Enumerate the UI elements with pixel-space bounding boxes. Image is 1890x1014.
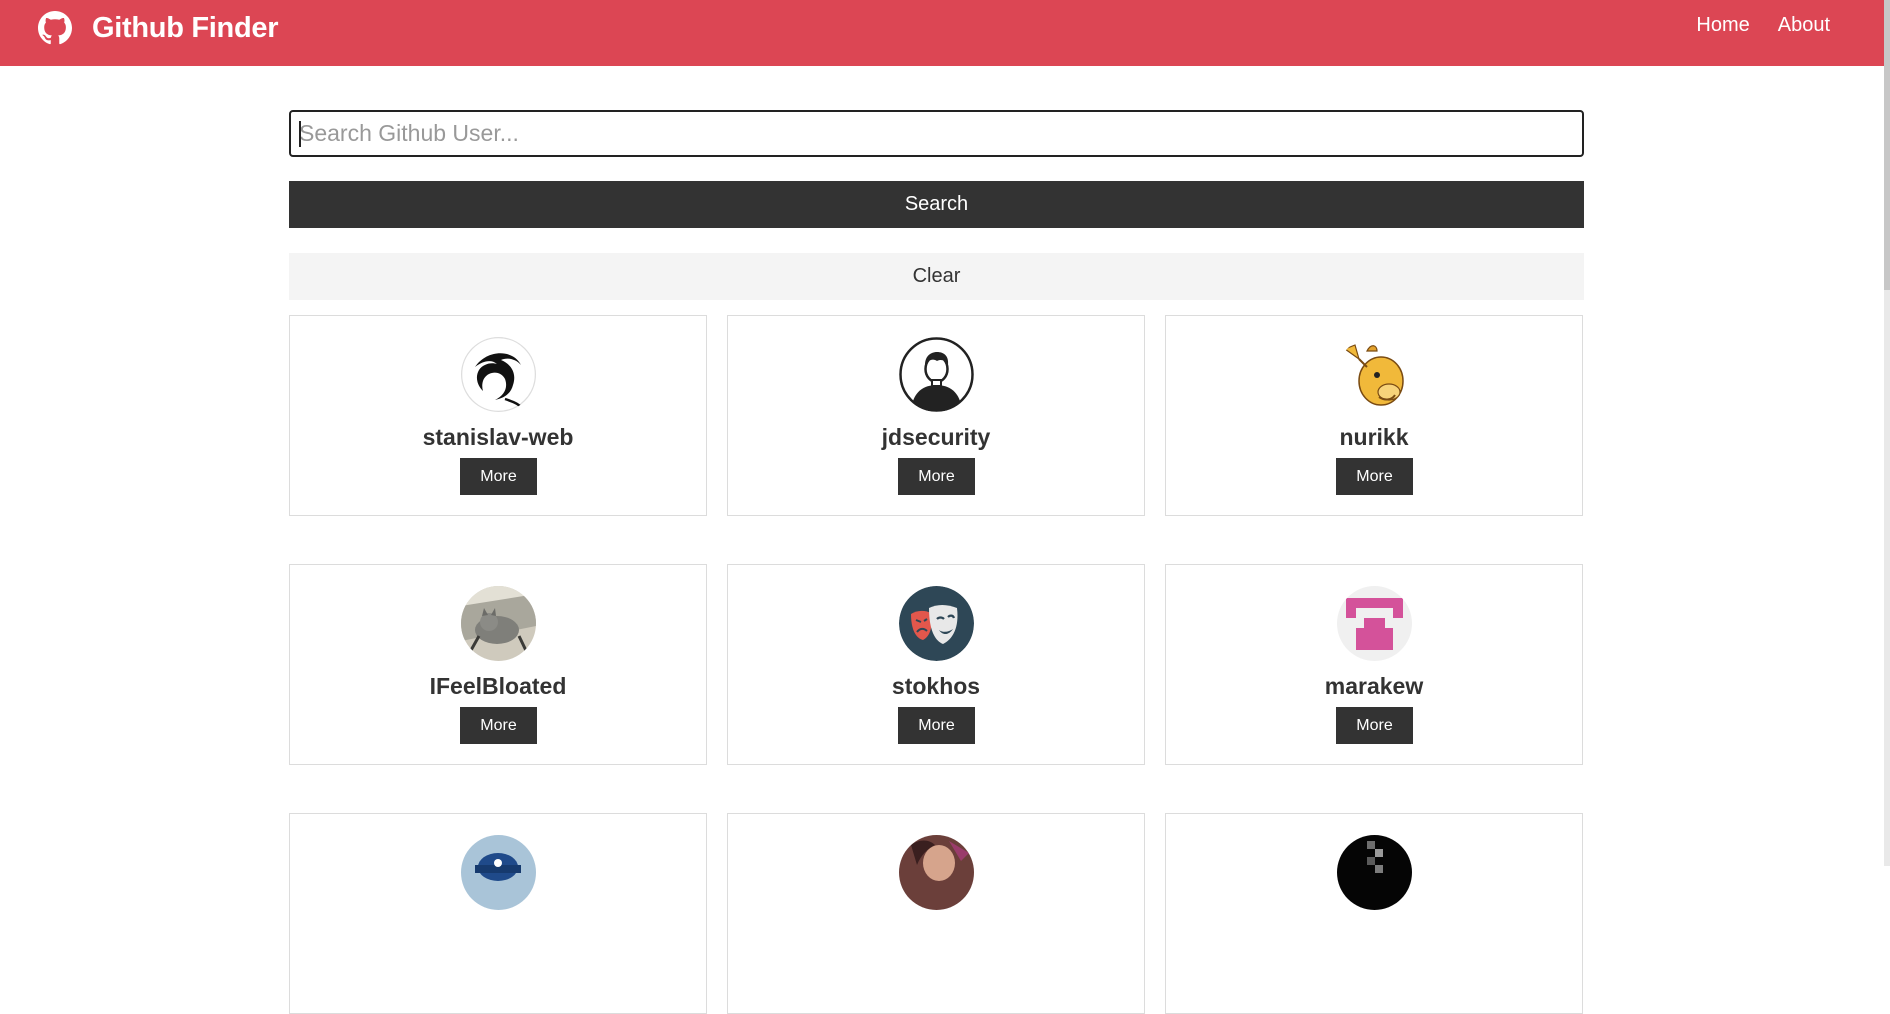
user-card: stanislav-web More — [289, 315, 707, 516]
more-button[interactable]: More — [460, 458, 537, 495]
avatar — [899, 586, 974, 661]
search-input[interactable] — [289, 110, 1584, 157]
avatar — [1337, 835, 1412, 910]
camel-cartoon-avatar — [1337, 337, 1412, 412]
cat-photo-avatar — [461, 586, 536, 661]
brand[interactable]: Github Finder — [38, 10, 278, 46]
more-button[interactable]: More — [1336, 707, 1413, 744]
pink-identicon-avatar — [1337, 586, 1412, 661]
user-login: stokhos — [891, 673, 981, 699]
user-card: jdsecurity More — [727, 315, 1145, 516]
avatar — [1337, 337, 1412, 412]
nav-home-link[interactable]: Home — [1696, 14, 1749, 37]
kali-dragon-avatar — [461, 337, 536, 412]
more-button[interactable]: More — [898, 707, 975, 744]
nav-links: Home About — [1696, 14, 1830, 37]
user-card — [1165, 813, 1583, 1014]
navbar: Github Finder Home About — [0, 0, 1890, 66]
user-card: nurikk More — [1165, 315, 1583, 516]
github-icon — [38, 11, 72, 45]
more-button[interactable]: More — [1336, 458, 1413, 495]
user-grid: stanislav-web More jdsecurity More nurik… — [289, 315, 1584, 1014]
scrollbar-thumb[interactable] — [1884, 0, 1890, 290]
dark-pixel-avatar — [1337, 835, 1412, 910]
user-card — [289, 813, 707, 1014]
avatar — [461, 337, 536, 412]
user-login: jdsecurity — [881, 424, 991, 450]
clear-button[interactable]: Clear — [289, 253, 1584, 300]
user-login: IFeelBloated — [429, 673, 567, 699]
vertical-scrollbar[interactable] — [1884, 0, 1890, 866]
user-login: marakew — [1324, 673, 1424, 699]
more-button[interactable]: More — [898, 458, 975, 495]
user-login: nurikk — [1339, 424, 1409, 450]
person-photo-avatar — [899, 835, 974, 910]
theater-masks-avatar — [899, 586, 974, 661]
nav-about-link[interactable]: About — [1778, 14, 1830, 37]
user-login: stanislav-web — [422, 424, 574, 450]
avatar — [461, 586, 536, 661]
text-caret — [299, 121, 301, 147]
user-card: stokhos More — [727, 564, 1145, 765]
user-card — [727, 813, 1145, 1014]
user-card: marakew More — [1165, 564, 1583, 765]
avatar — [1337, 586, 1412, 661]
avatar — [899, 337, 974, 412]
blue-hat-avatar — [461, 835, 536, 910]
user-card: IFeelBloated More — [289, 564, 707, 765]
brand-title: Github Finder — [92, 11, 279, 44]
person-outline-avatar — [899, 337, 974, 412]
more-button[interactable]: More — [460, 707, 537, 744]
search-button[interactable]: Search — [289, 181, 1584, 228]
avatar — [461, 835, 536, 910]
avatar — [899, 835, 974, 910]
